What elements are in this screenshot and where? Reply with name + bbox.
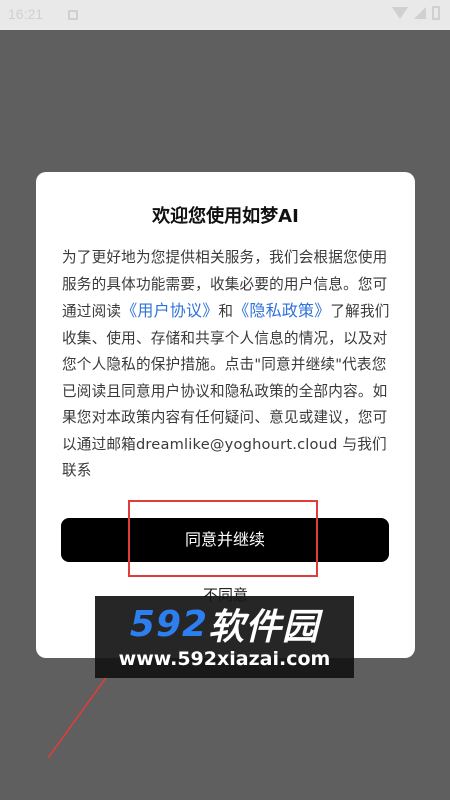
privacy-policy-link[interactable]: 《隐私政策》: [233, 301, 330, 320]
dialog-title: 欢迎您使用如梦AI: [152, 206, 299, 227]
watermark: 592 软件园 www.592xiazai.com: [95, 596, 354, 678]
dialog-body: 为了更好地为您提供相关服务，我们会根据您使用服务的具体功能需要，收集必要的用户信…: [62, 245, 392, 485]
status-icons: [392, 6, 440, 20]
notification-icon: [68, 10, 78, 20]
privacy-dialog: 欢迎您使用如梦AI 为了更好地为您提供相关服务，我们会根据您使用服务的具体功能需…: [36, 172, 415, 658]
body-text-details: 了解我们收集、使用、存储和共享个人信息的情况，以及对您个人隐私的保护措施。点击"…: [62, 303, 390, 479]
watermark-brand-text: 软件园: [208, 607, 320, 648]
wifi-icon: [392, 7, 408, 19]
signal-icon: [414, 7, 426, 19]
watermark-url: www.592xiazai.com: [118, 648, 331, 670]
watermark-brand-number: 592: [129, 603, 209, 645]
status-bar: 16:21: [0, 0, 450, 30]
watermark-brand: 592 软件园: [103, 602, 346, 649]
body-text-and: 和: [218, 303, 234, 320]
annotation-highlight-box: [128, 500, 318, 577]
user-agreement-link[interactable]: 《用户协议》: [121, 301, 218, 320]
battery-icon: [432, 6, 440, 20]
status-time: 16:21: [8, 6, 44, 22]
